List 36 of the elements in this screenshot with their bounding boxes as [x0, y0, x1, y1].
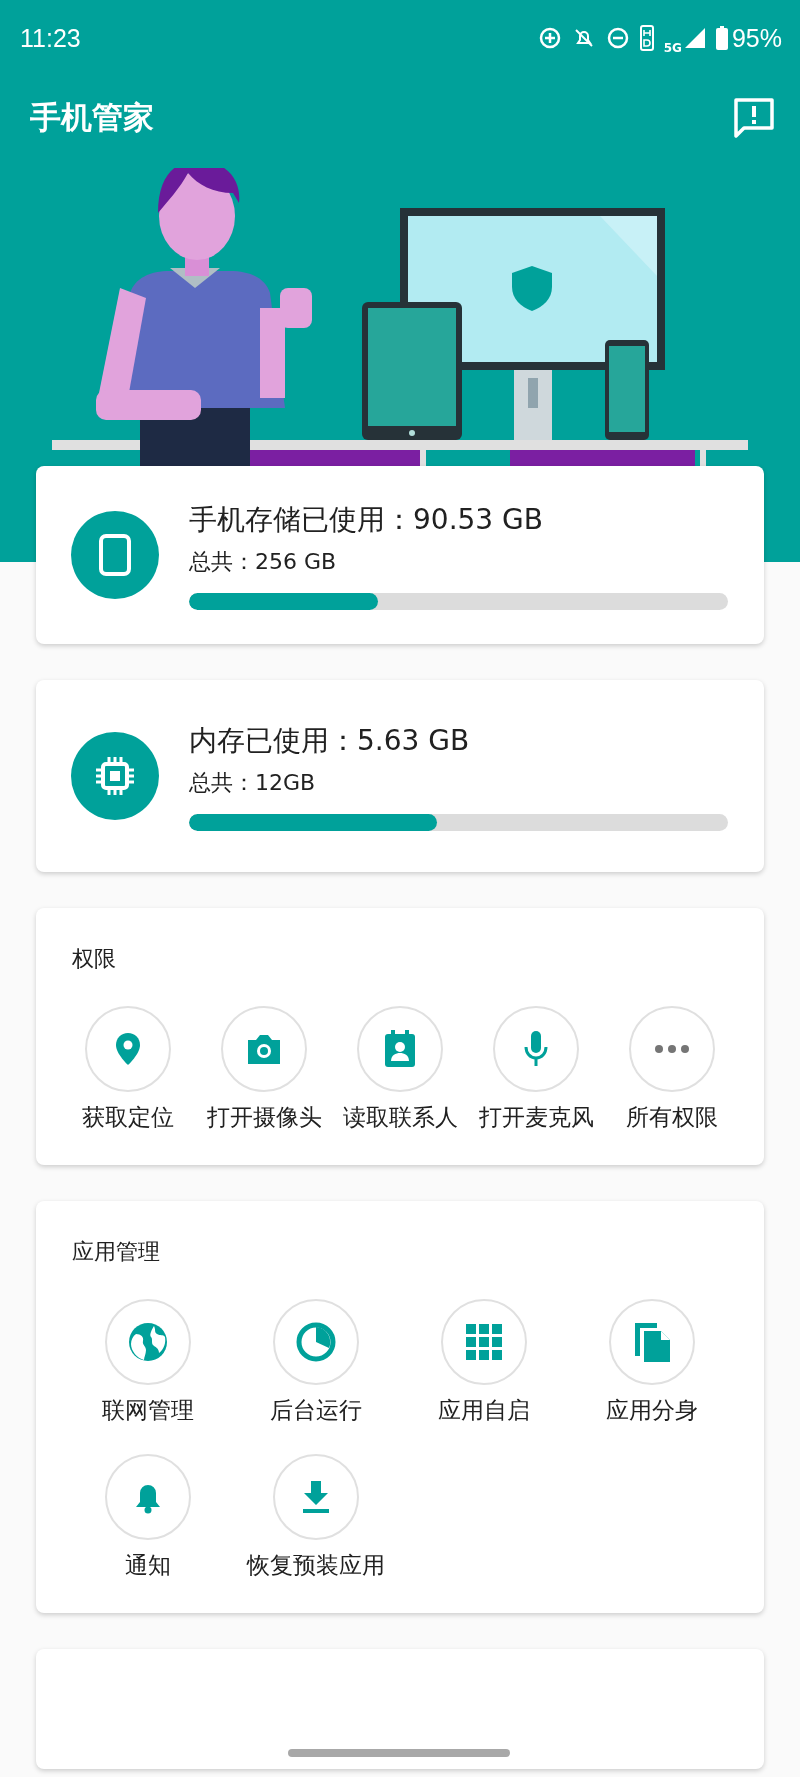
tool-button[interactable]: 联网管理: [64, 1299, 232, 1426]
storage-used-text: 手机存储已使用：90.53 GB: [189, 501, 544, 538]
storage-card[interactable]: 内存已使用：5.63 GB 总共：12GB: [36, 680, 764, 872]
signal-icon: [683, 27, 706, 49]
storage-card[interactable]: 手机存储已使用：90.53 GB 总共：256 GB: [36, 466, 764, 644]
battery-icon: [715, 26, 728, 50]
contact-card-icon: [382, 1029, 418, 1069]
location-pin-icon: [113, 1031, 143, 1067]
tool-button[interactable]: 打开摄像头: [196, 1006, 332, 1133]
section-title: 应用管理: [72, 1238, 161, 1266]
app-title: 手机管家: [30, 98, 154, 137]
tool-button[interactable]: 通知: [64, 1454, 232, 1581]
data-saver-icon: [537, 26, 562, 50]
app-grid-icon: [466, 1324, 502, 1360]
storage-used-text: 内存已使用：5.63 GB: [189, 722, 471, 759]
tool-button[interactable]: 应用分身: [568, 1299, 736, 1426]
pie-chart-icon: [294, 1320, 338, 1364]
tool-button[interactable]: 打开麦克风: [468, 1006, 604, 1133]
tool-button[interactable]: 所有权限: [604, 1006, 740, 1133]
copy-icon: [632, 1320, 672, 1364]
tool-button[interactable]: 后台运行: [232, 1299, 400, 1426]
battery-percent: 95%: [731, 23, 782, 53]
tool-button[interactable]: 获取定位: [60, 1006, 196, 1133]
storage-total-text: 总共：12GB: [189, 768, 317, 797]
tool-button[interactable]: 恢复预装应用: [232, 1454, 400, 1581]
tool-button[interactable]: 读取联系人: [332, 1006, 468, 1133]
do-not-disturb-icon: [605, 26, 630, 50]
section-title: 权限: [72, 945, 117, 973]
storage-total-text: 总共：256 GB: [189, 547, 338, 576]
feedback-button[interactable]: [732, 96, 776, 140]
tool-button[interactable]: 应用自启: [400, 1299, 568, 1426]
network-type: 5G: [663, 41, 682, 55]
hd-icon: [639, 25, 654, 51]
status-time: 11:23: [20, 23, 81, 53]
globe-icon: [126, 1320, 170, 1364]
more-icon: [654, 1044, 690, 1054]
